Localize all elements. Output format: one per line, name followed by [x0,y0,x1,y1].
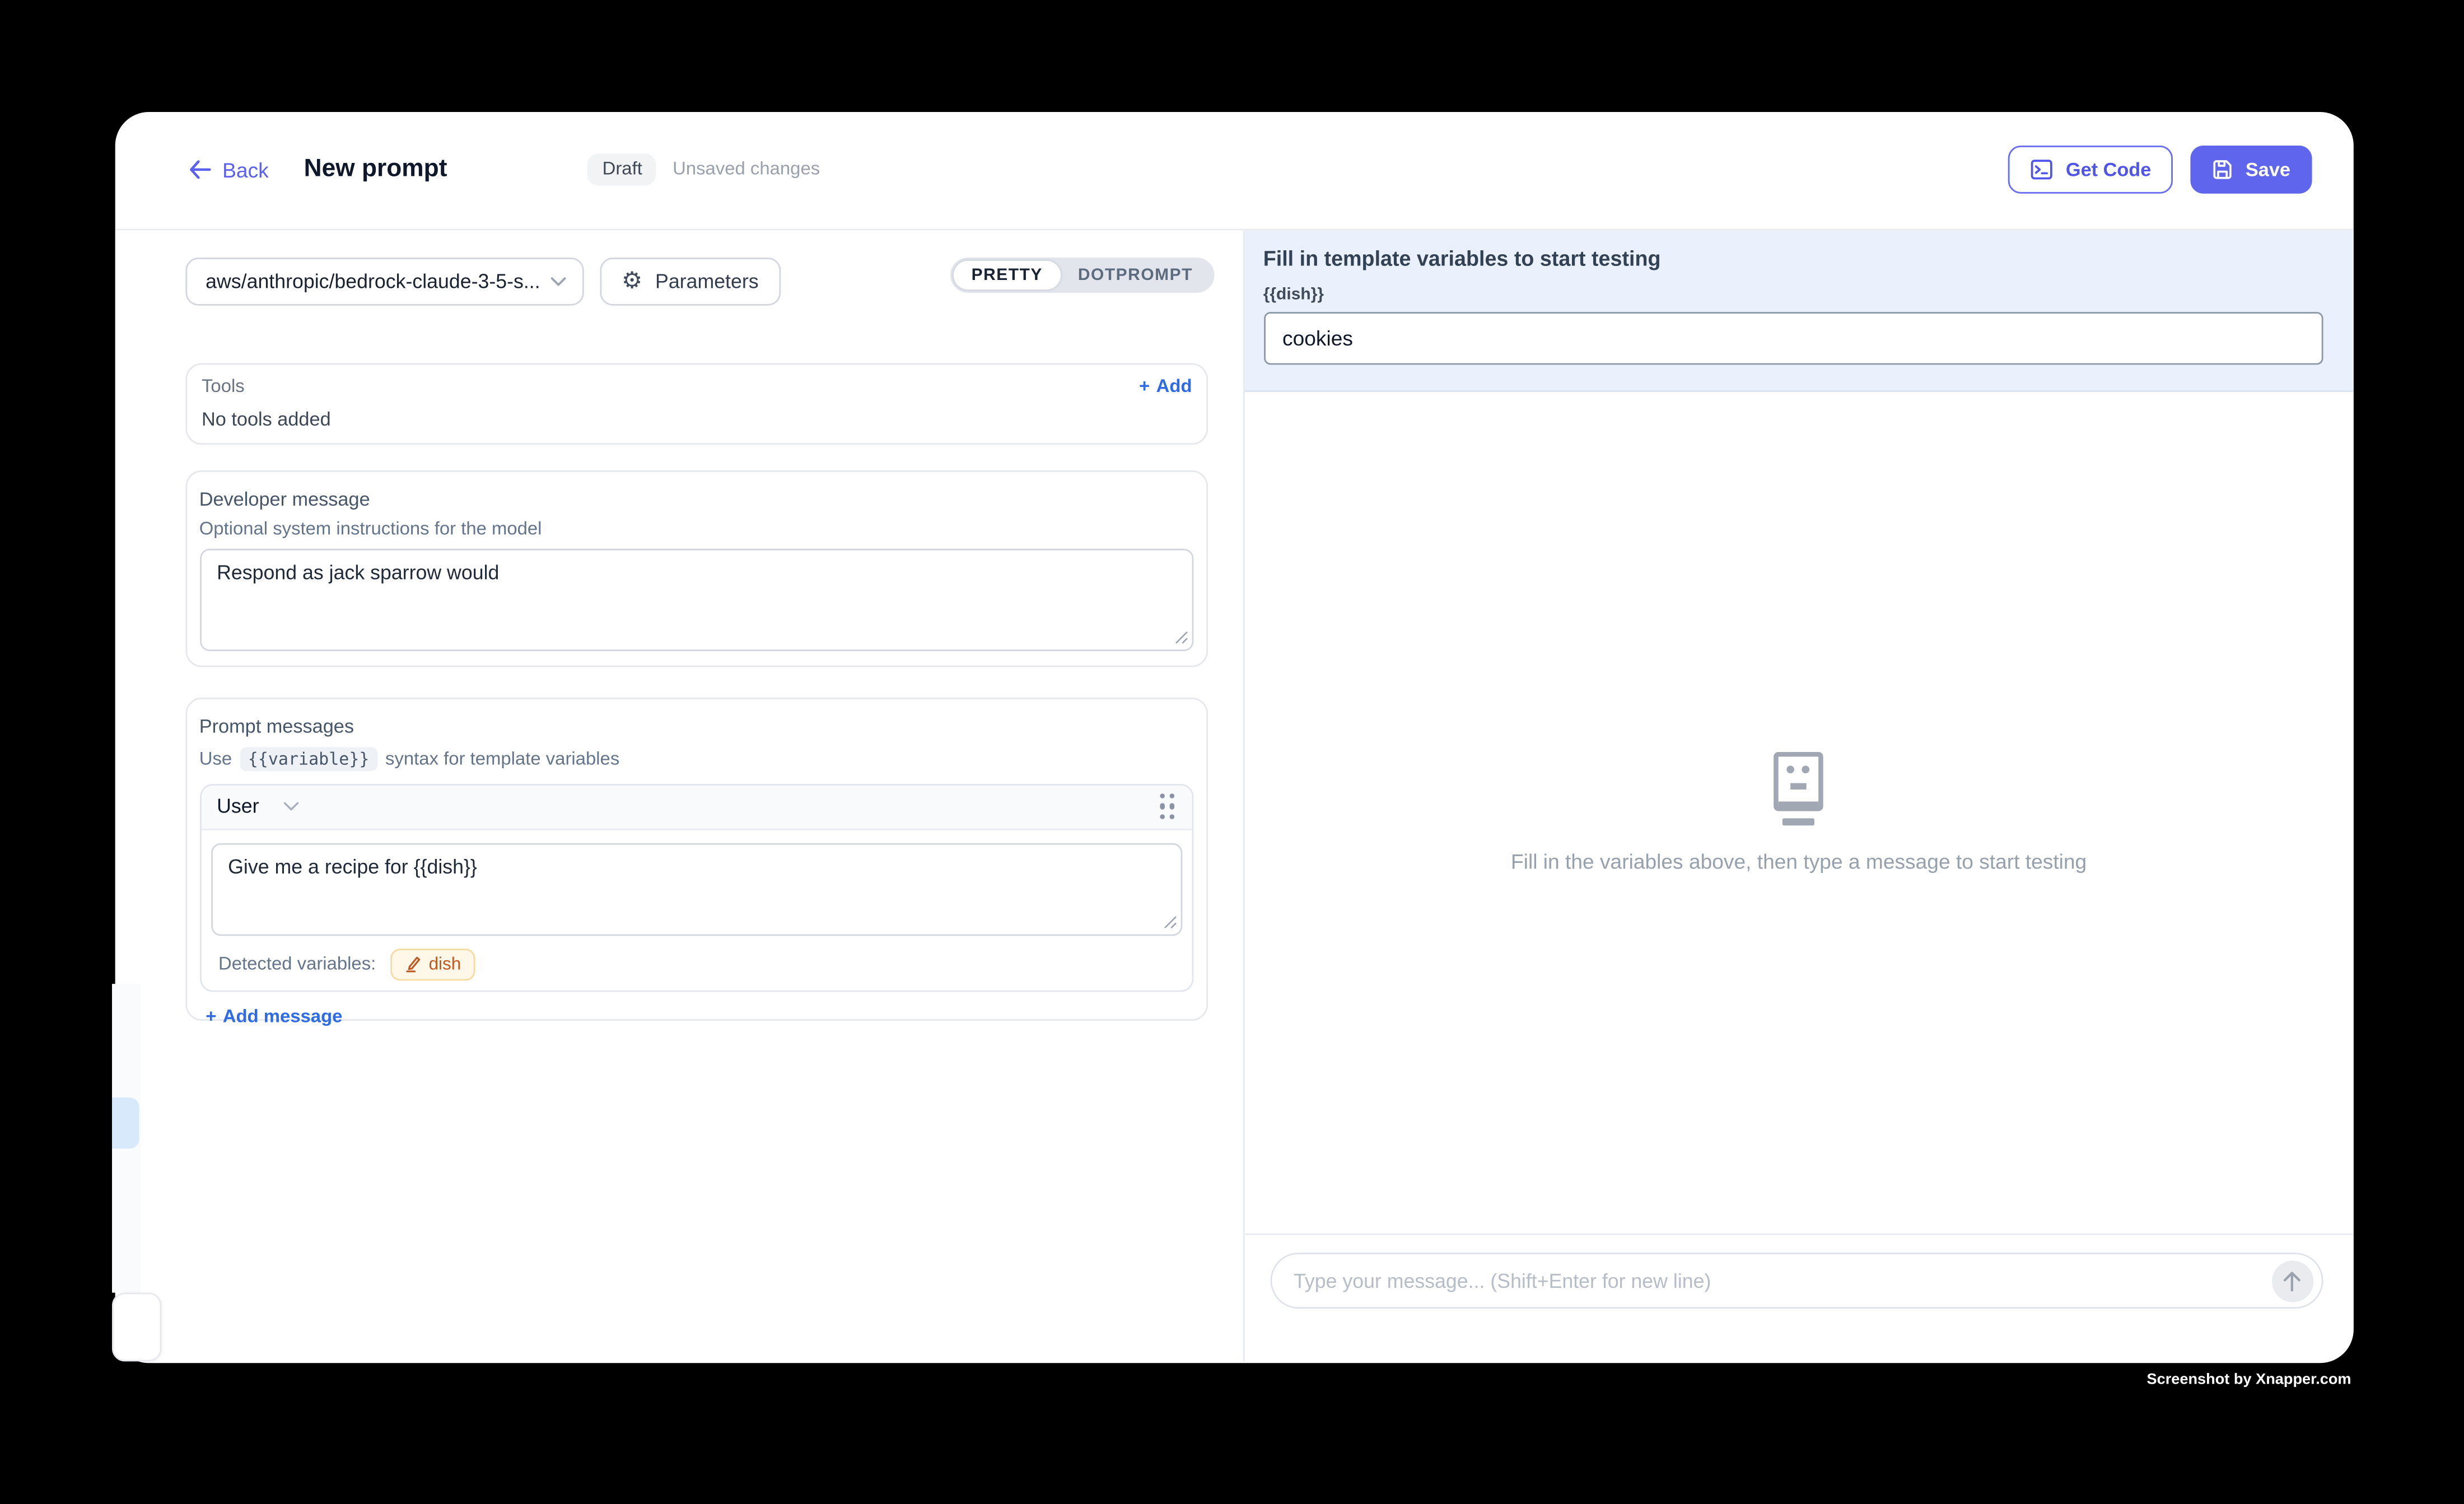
model-select-value: aws/anthropic/bedrock-claude-3-5-s... [206,270,549,293]
add-tool-button[interactable]: + Add [1139,377,1192,396]
developer-message-title: Developer message [199,487,1194,510]
plus-icon: + [1139,377,1150,396]
view-mode-toggle: PRETTY DOTPROMPT [950,257,1214,293]
prompt-messages-card: Prompt messages Use {{variable}} syntax … [185,698,1208,1020]
drag-handle-icon[interactable] [1159,793,1176,820]
chat-empty-state: Fill in the variables above, then type a… [1245,392,2353,1234]
chat-empty-text: Fill in the variables above, then type a… [1511,849,2087,874]
developer-message-subtitle: Optional system instructions for the mod… [199,520,1194,539]
chevron-down-icon [549,277,566,286]
syntax-suffix: syntax for template variables [385,750,619,769]
message-block: User Give me a recipe for {{dish}} Detec… [199,784,1194,991]
role-select-value[interactable]: User [217,796,259,818]
syntax-hint: Use {{variable}} syntax for template var… [199,747,1194,771]
template-variables-title: Fill in template variables to start test… [1263,246,2322,270]
tools-title: Tools [202,377,245,396]
syntax-code-chip: {{variable}} [240,747,377,771]
save-button[interactable]: Save [2191,146,2311,194]
syntax-prefix: Use [199,750,232,769]
back-label: Back [222,158,269,182]
message-body: Give me a recipe for {{dish}} Detected v… [201,829,1192,989]
parameters-label: Parameters [655,270,759,293]
robot-icon [1767,752,1831,827]
detected-variables-row: Detected variables: dish [211,948,1183,980]
chevron-down-icon[interactable] [283,802,299,811]
background-window-selected-item [112,1097,138,1148]
add-tool-label: Add [1156,377,1192,396]
dish-variable-input[interactable] [1263,311,2322,364]
plus-icon: + [206,1007,216,1026]
model-select[interactable]: aws/anthropic/bedrock-claude-3-5-s... [185,258,583,306]
detected-variables-label: Detected variables: [218,954,376,973]
chat-input[interactable]: Type your message... (Shift+Enter for ne… [1270,1253,2322,1309]
get-code-button[interactable]: Get Code [2008,146,2173,194]
developer-message-card: Developer message Optional system instru… [185,470,1208,666]
parameters-button[interactable]: ⚙ Parameters [599,258,781,306]
send-button[interactable] [2271,1260,2313,1301]
screen: Back New prompt Draft Unsaved changes Ge… [0,0,2464,1504]
tools-empty-text: No tools added [202,408,1192,430]
developer-message-input[interactable]: Respond as jack sparrow would [199,549,1194,651]
chat-input-placeholder: Type your message... (Shift+Enter for ne… [1294,1269,1711,1292]
back-button[interactable]: Back [189,158,269,182]
tester-pane: Fill in template variables to start test… [1245,230,2353,1361]
get-code-label: Get Code [2066,159,2151,181]
main-area: aws/anthropic/bedrock-claude-3-5-s... ⚙ … [115,230,2353,1361]
toggle-dotprompt[interactable]: DOTPROMPT [1060,260,1210,289]
arrow-up-icon [2281,1269,2302,1292]
arrow-left-icon [189,160,211,179]
message-text-input[interactable]: Give me a recipe for {{dish}} [211,842,1183,935]
save-icon [2212,159,2234,181]
dish-variable-label: {{dish}} [1263,284,2322,303]
page-title: New prompt [304,156,447,184]
message-role-bar: User [201,786,1192,830]
terminal-icon [2031,159,2053,181]
app-window: Back New prompt Draft Unsaved changes Ge… [115,112,2353,1362]
status-badge: Draft [588,154,657,186]
variable-chip-dish[interactable]: dish [390,948,475,980]
toggle-pretty[interactable]: PRETTY [954,260,1060,289]
pencil-icon [405,955,421,973]
gear-icon: ⚙ [622,270,642,293]
chat-input-bar: Type your message... (Shift+Enter for ne… [1245,1234,2353,1361]
watermark-text: Screenshot by Xnapper.com [2147,1371,2351,1389]
add-message-label: Add message [223,1007,343,1026]
add-message-button[interactable]: + Add message [206,1007,1193,1026]
variable-chip-label: dish [429,954,461,973]
header: Back New prompt Draft Unsaved changes Ge… [115,112,2353,230]
tools-card: Tools + Add No tools added [185,363,1208,445]
unsaved-changes-note: Unsaved changes [673,160,820,179]
save-label: Save [2246,159,2290,181]
background-window-corner [112,1292,161,1361]
editor-pane: aws/anthropic/bedrock-claude-3-5-s... ⚙ … [115,230,1245,1361]
template-variables-panel: Fill in template variables to start test… [1245,230,2353,392]
prompt-messages-title: Prompt messages [199,715,1194,737]
